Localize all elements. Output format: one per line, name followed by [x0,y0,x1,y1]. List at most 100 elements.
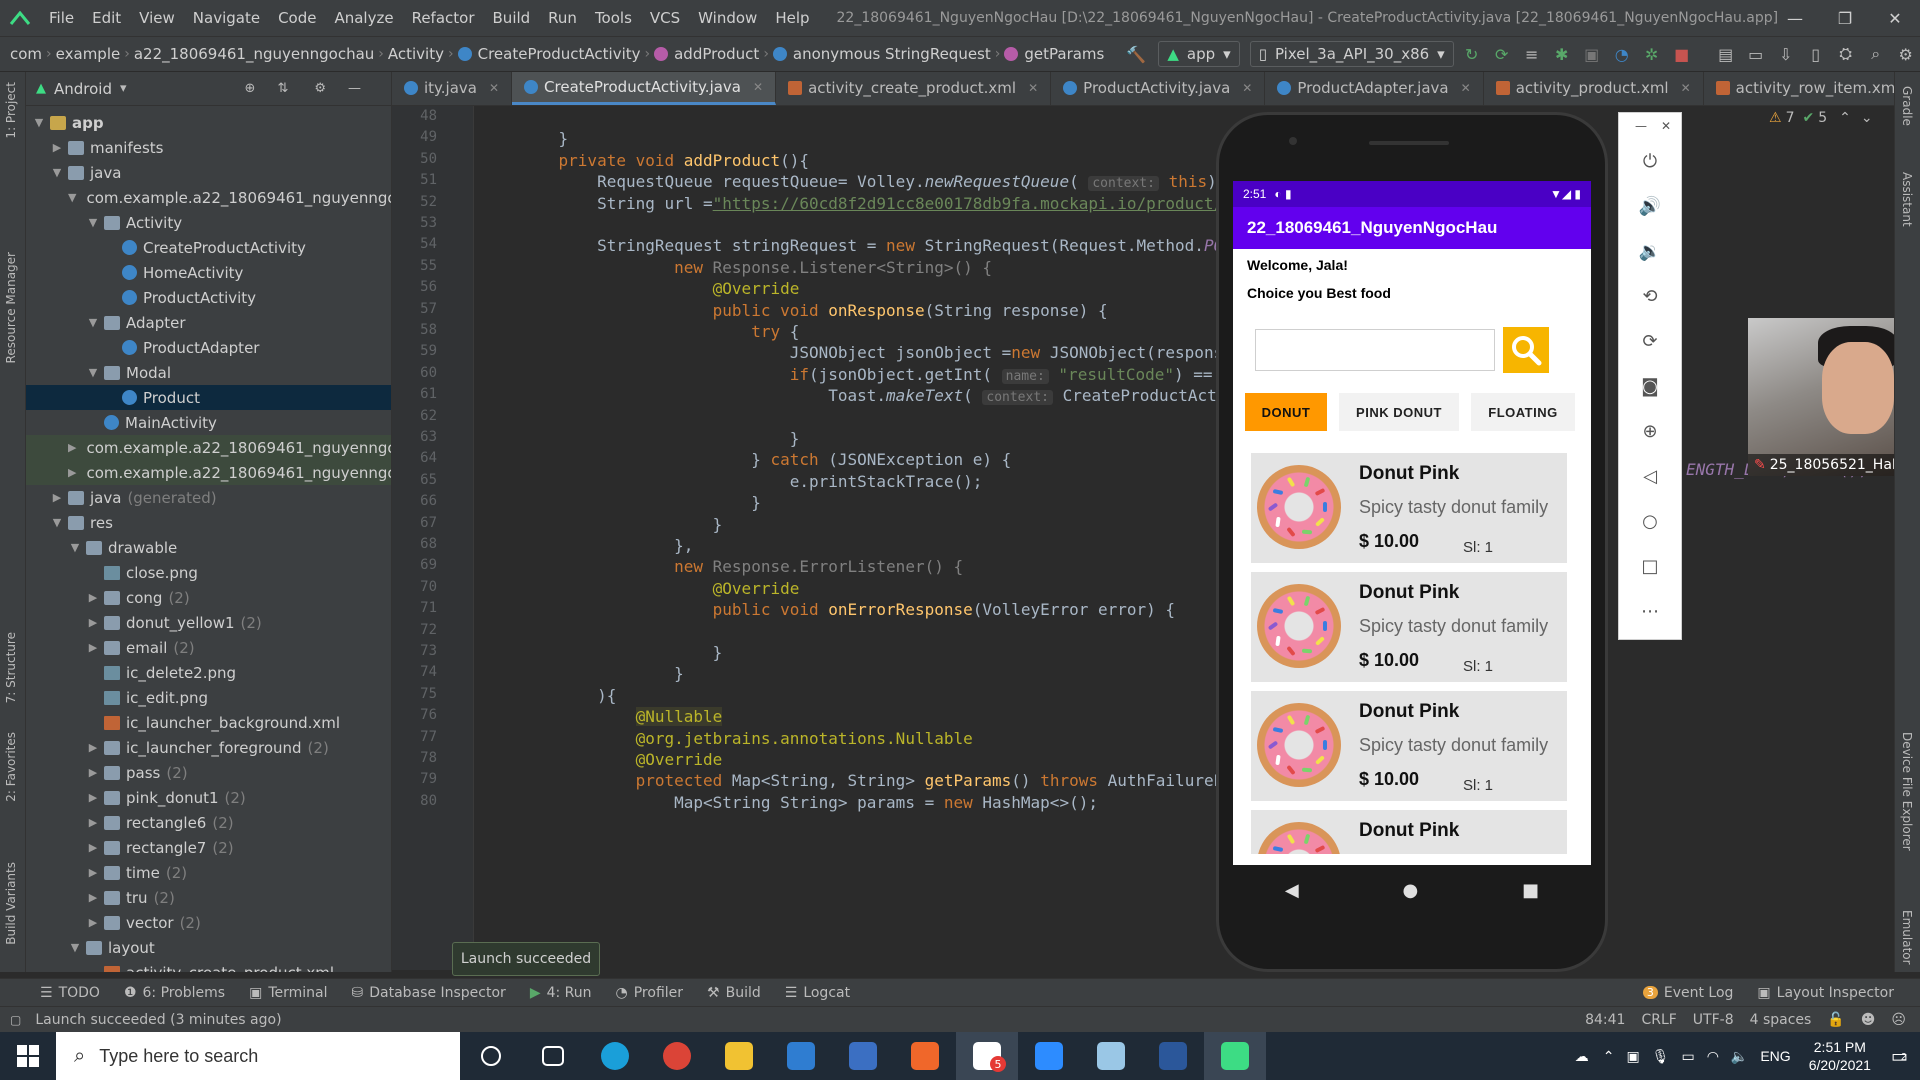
paint-icon[interactable] [1080,1032,1142,1080]
search-button[interactable] [1503,327,1549,373]
close-tab-icon[interactable]: ✕ [753,80,763,94]
product-card[interactable]: Donut Pink Spicy tasty donut family $ 10.0… [1251,572,1567,682]
chevron-right-icon[interactable]: ▶ [50,491,64,504]
chevron-down-icon[interactable]: ▾ [120,81,127,96]
tree-node[interactable]: ▶ com.example.a22_18069461_nguyenngo [26,460,391,485]
lock-icon[interactable]: 🔓 [1827,1012,1844,1028]
editor-tab[interactable]: CreateProductActivity.java ✕ [512,72,777,105]
code-line[interactable]: @org.jetbrains.annotations.Nullable [520,729,973,748]
tool-tab[interactable]: ❶ 6: Problems [112,985,237,1001]
profile-icon[interactable]: ◔ [1610,42,1634,66]
chevron-down-icon[interactable]: ▼ [50,516,64,529]
code-line[interactable]: } [520,643,723,662]
chevron-down-icon[interactable]: ⌄ [1861,110,1873,126]
editor-tab[interactable]: activity_create_product.xml ✕ [776,72,1052,105]
code-line[interactable]: public void onResponse(String response) … [520,301,1108,320]
status-message[interactable]: Launch succeeded (3 minutes ago) [35,1012,281,1028]
sync-gradle-icon[interactable]: ▤ [1714,42,1738,66]
breadcrumb-item[interactable]: anonymous StringRequest [769,45,995,63]
tree-node[interactable]: ▶ email (2) [26,635,391,660]
word-icon[interactable] [1142,1032,1204,1080]
tree-node[interactable]: ▼ app [26,110,391,135]
code-line[interactable]: Toast.makeText( context: CreateProductAc… [520,386,1246,406]
back-icon[interactable]: ◀ [1285,880,1299,901]
assistant-tool-tab[interactable]: Assistant [1900,172,1914,227]
tool-tab[interactable]: ☰ TODO [28,985,112,1001]
chevron-right-icon[interactable]: ▶ [50,141,64,154]
project-view-select[interactable]: Android [54,80,112,98]
settings-icon[interactable]: ⚙ [1894,42,1918,66]
close-window-button[interactable]: ✕ [1870,0,1920,36]
file-encoding[interactable]: UTF-8 [1693,1012,1734,1028]
tree-node[interactable]: ▼ Activity [26,210,391,235]
file-explorer-icon[interactable] [708,1032,770,1080]
chevron-down-icon[interactable]: ▼ [68,541,82,554]
chevron-right-icon[interactable]: ▶ [86,591,100,604]
tree-node[interactable]: ▶ vector (2) [26,910,391,935]
search-icon[interactable]: ⌕ [1864,42,1888,66]
chevron-right-icon[interactable]: ▶ [86,866,100,879]
product-card[interactable]: Donut Pink [1251,810,1567,854]
zalo-icon[interactable]: 5 [956,1032,1018,1080]
tool-tab[interactable]: ▣ Terminal [237,985,339,1001]
layout-validation-icon[interactable]: ⛭ [1834,42,1858,66]
category-pink-donut-button[interactable]: PINK DONUT [1339,393,1459,431]
hammer-build-icon[interactable]: 🔨 [1124,42,1148,66]
tree-node[interactable]: ▼ Adapter [26,310,391,335]
edge-icon[interactable] [584,1032,646,1080]
menu-view[interactable]: View [130,9,184,27]
hide-panel-icon[interactable]: — [348,81,361,96]
code-line[interactable]: ){ [520,686,616,705]
event-face-icon[interactable]: ☻ [1861,1012,1876,1028]
project-tool-tab[interactable]: 1: Project [4,82,18,139]
debug-icon[interactable]: ✱ [1550,42,1574,66]
code-line[interactable]: new Response.Listener<String>() { [520,258,992,277]
chevron-right-icon[interactable]: ▶ [68,441,76,454]
chevron-right-icon[interactable]: ▶ [86,891,100,904]
editor-tab[interactable]: activity_product.xml ✕ [1484,72,1704,105]
home-icon[interactable]: ○ [1619,499,1681,544]
home-icon[interactable]: ● [1403,880,1419,901]
tool-tab[interactable]: ◔ Profiler [604,985,696,1001]
menu-vcs[interactable]: VCS [641,9,689,27]
caret-position[interactable]: 84:41 [1585,1012,1625,1028]
tree-node[interactable]: ▶ com.example.a22_18069461_nguyenngo [26,435,391,460]
tree-node[interactable]: ▼ java [26,160,391,185]
cortana-icon[interactable] [460,1032,522,1080]
tree-node[interactable]: ▶ pass (2) [26,760,391,785]
tray-chevron-icon[interactable]: ⌃ [1603,1048,1615,1065]
breadcrumb-item[interactable]: Activity [384,45,448,63]
close-emulator-icon[interactable]: ✕ [1661,119,1671,133]
notification-center-button[interactable]: ▭ 2 [1891,1046,1908,1067]
rerun-icon[interactable]: ↻ [1460,42,1484,66]
tree-node[interactable]: ▶ donut_yellow1 (2) [26,610,391,635]
tree-node[interactable]: ic_launcher_background.xml [26,710,391,735]
tree-node[interactable]: close.png [26,560,391,585]
menu-tools[interactable]: Tools [586,9,641,27]
tree-node[interactable]: ▼ drawable [26,535,391,560]
code-line[interactable]: String url ="https://60cd8f2d91cc8e00178… [520,194,1223,213]
locate-icon[interactable]: ⊕ [245,81,256,96]
code-line[interactable]: }, [520,536,693,555]
input-language[interactable]: ENG [1760,1048,1790,1064]
indent-setting[interactable]: 4 spaces [1750,1012,1812,1028]
tree-node[interactable]: ▶ time (2) [26,860,391,885]
chevron-right-icon[interactable]: ▶ [86,791,100,804]
chevron-down-icon[interactable]: ▼ [86,366,100,379]
phone-screen[interactable]: 2:51 ◐ ▮ ▼◢ ▮ 22_18069461_NguyenNgocHau … [1233,181,1591,865]
code-line[interactable]: e.printStackTrace(); [520,472,983,491]
chevron-right-icon[interactable]: ▶ [86,741,100,754]
menu-navigate[interactable]: Navigate [184,9,269,27]
chevron-up-icon[interactable]: ⌃ [1839,110,1851,126]
back-icon[interactable]: ◁ [1619,454,1681,499]
editor-tab[interactable]: ProductActivity.java ✕ [1051,72,1266,105]
zoom-icon[interactable]: ⊕ [1619,409,1681,454]
close-tab-icon[interactable]: ✕ [1461,81,1471,95]
tree-node[interactable]: CreateProductActivity [26,235,391,260]
zoom-icon[interactable] [1018,1032,1080,1080]
tree-node[interactable]: ProductActivity [26,285,391,310]
mail-icon[interactable] [770,1032,832,1080]
sdk-manager-icon[interactable]: ⇩ [1774,42,1798,66]
tree-node[interactable]: ic_delete2.png [26,660,391,685]
code-line[interactable]: @Override [520,279,800,298]
